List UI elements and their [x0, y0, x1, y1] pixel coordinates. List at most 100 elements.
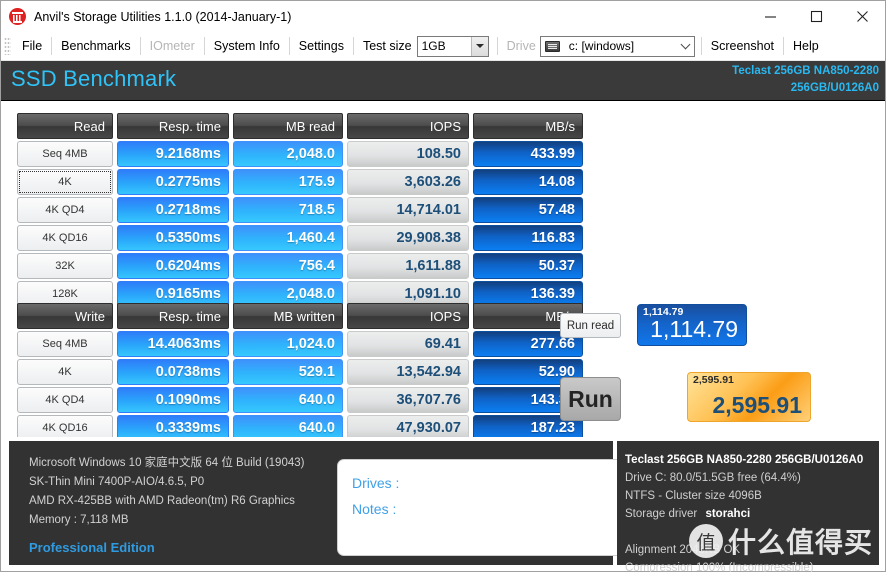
menu-item-help[interactable]: Help: [784, 32, 828, 61]
column-header: Read: [17, 113, 113, 139]
system-info-line: Memory : 7,118 MB: [29, 514, 129, 526]
row-label-button[interactable]: 4K QD16: [17, 225, 113, 251]
app-window: Anvil's Storage Utilities 1.1.0 (2014-Ja…: [0, 0, 886, 572]
test-size-select[interactable]: 1GB: [416, 35, 489, 57]
table-header-row: WriteResp. timeMB writtenIOPSMB/s: [17, 303, 583, 329]
column-header: MB read: [233, 113, 343, 139]
window-controls: [747, 1, 885, 32]
row-label-button[interactable]: 4K QD4: [17, 197, 113, 223]
row-label-button[interactable]: 4K: [17, 169, 113, 195]
anvil-app-icon: [9, 8, 26, 25]
notes-label: Notes :: [352, 501, 397, 517]
mb-cell: 718.5: [233, 197, 343, 223]
row-label-button[interactable]: Seq 4MB: [17, 141, 113, 167]
resp-time-cell: 0.0738ms: [117, 359, 229, 385]
iops-cell: 13,542.94: [347, 359, 469, 385]
toolbar-grip-icon[interactable]: [4, 37, 11, 55]
test-size-label: Test size: [362, 38, 412, 53]
device-name-line1: Teclast 256GB NA850-2280: [732, 65, 879, 77]
mb-cell: 175.9: [233, 169, 343, 195]
column-header: Resp. time: [117, 113, 229, 139]
device-name: Teclast 256GB NA850-2280 256GB/U0126A0: [732, 63, 879, 97]
menu-item-settings[interactable]: Settings: [290, 32, 353, 61]
table-row: Seq 4MB 14.4063ms 1,024.0 69.41 277.66: [17, 331, 583, 357]
run-read-button[interactable]: Run read: [560, 313, 621, 338]
table-row: Seq 4MB 9.2168ms 2,048.0 108.50 433.99: [17, 141, 583, 167]
table-row: 4K 0.2775ms 175.9 3,603.26 14.08: [17, 169, 583, 195]
iops-cell: 36,707.76: [347, 387, 469, 413]
iops-cell: 14,714.01: [347, 197, 469, 223]
read-score-value: 1,114.79: [650, 316, 738, 342]
device-name-line2: 256GB/U0126A0: [790, 82, 879, 94]
total-score-box: 2,595.91 2,595.91: [687, 372, 811, 422]
drives-label: Drives :: [352, 475, 400, 491]
column-header: MB written: [233, 303, 343, 329]
iops-cell: 29,908.38: [347, 225, 469, 251]
menu-item-screenshot[interactable]: Screenshot: [702, 32, 783, 61]
drive-icon: [544, 40, 560, 52]
drive-info-title: Teclast 256GB NA850-2280 256GB/U0126A0: [625, 454, 864, 466]
table-row: 4K 0.0738ms 529.1 13,542.94 52.90: [17, 359, 583, 385]
drive-info-compression: Compression 100% (Incompressible): [625, 562, 814, 572]
iops-cell: 1,611.88: [347, 253, 469, 279]
close-icon[interactable]: [839, 1, 885, 32]
mb-cell: 756.4: [233, 253, 343, 279]
total-score-small: 2,595.91: [693, 374, 734, 386]
test-size-value: 1GB: [421, 39, 446, 53]
benchmark-banner: SSD Benchmark Teclast 256GB NA850-2280 2…: [1, 61, 885, 101]
row-label-button[interactable]: 4K: [17, 359, 113, 385]
chevron-down-icon[interactable]: [677, 37, 694, 56]
system-info-line: SK-Thin Mini 7400P-AIO/4.6.5, P0: [29, 476, 205, 488]
iops-cell: 69.41: [347, 331, 469, 357]
iops-cell: 3,603.26: [347, 169, 469, 195]
edition-label: Professional Edition: [29, 540, 155, 555]
mbs-cell: 116.83: [473, 225, 583, 251]
row-label-button[interactable]: 4K QD4: [17, 387, 113, 413]
drive-info-filesystem: NTFS - Cluster size 4096B: [625, 490, 762, 502]
menu-item-benchmarks[interactable]: Benchmarks: [52, 32, 139, 61]
notes-panel[interactable]: Drives : Notes :: [337, 459, 625, 556]
column-header: IOPS: [347, 113, 469, 139]
system-info-panel: Microsoft Windows 10 家庭中文版 64 位 Build (1…: [9, 441, 625, 565]
mbs-cell: 57.48: [473, 197, 583, 223]
column-header: MB/s: [473, 113, 583, 139]
column-header: IOPS: [347, 303, 469, 329]
table-row: 32K 0.6204ms 756.4 1,611.88 50.37: [17, 253, 583, 279]
resp-time-cell: 0.1090ms: [117, 387, 229, 413]
resp-time-cell: 0.2718ms: [117, 197, 229, 223]
table-row: 4K QD16 0.5350ms 1,460.4 29,908.38 116.83: [17, 225, 583, 251]
menu-item-system-info[interactable]: System Info: [205, 32, 289, 61]
run-button[interactable]: Run: [560, 377, 621, 421]
resp-time-cell: 0.2775ms: [117, 169, 229, 195]
menu-item-file[interactable]: File: [13, 32, 51, 61]
chevron-down-icon[interactable]: [470, 36, 488, 56]
storage-driver-value: storahci: [705, 508, 751, 520]
resp-time-cell: 0.5350ms: [117, 225, 229, 251]
drive-info-panel: Teclast 256GB NA850-2280 256GB/U0126A0 D…: [617, 441, 879, 572]
minimize-icon[interactable]: [747, 1, 793, 32]
row-label-button[interactable]: 32K: [17, 253, 113, 279]
title-bar: Anvil's Storage Utilities 1.1.0 (2014-Ja…: [1, 1, 885, 32]
mb-cell: 1,460.4: [233, 225, 343, 251]
bottom-area: Microsoft Windows 10 家庭中文版 64 位 Build (1…: [1, 437, 885, 572]
drive-info-capacity: Drive C: 80.0/51.5GB free (64.4%): [625, 472, 801, 484]
write-results-table: WriteResp. timeMB writtenIOPSMB/sSeq 4MB…: [17, 303, 583, 443]
maximize-icon[interactable]: [793, 1, 839, 32]
mb-cell: 2,048.0: [233, 141, 343, 167]
table-header-row: Read Resp. time MB read IOPS MB/s: [17, 113, 583, 139]
drive-info-alignment: Alignment 2048KB OK: [625, 544, 741, 556]
resp-time-cell: 0.6204ms: [117, 253, 229, 279]
mbs-cell: 14.08: [473, 169, 583, 195]
row-label-button[interactable]: Seq 4MB: [17, 331, 113, 357]
column-header: Resp. time: [117, 303, 229, 329]
drive-select[interactable]: c: [windows]: [539, 35, 695, 57]
page-title: SSD Benchmark: [11, 66, 177, 91]
drive-label: Drive: [506, 38, 536, 53]
mbs-cell: 50.37: [473, 253, 583, 279]
main-area: Read Resp. time MB read IOPS MB/s Seq 4MB 9.21…: [1, 101, 885, 500]
storage-driver-label: Storage driver: [625, 508, 698, 520]
read-results-table: Read Resp. time MB read IOPS MB/s Seq 4MB 9.21…: [17, 113, 583, 309]
resp-time-cell: 9.2168ms: [117, 141, 229, 167]
iops-cell: 108.50: [347, 141, 469, 167]
